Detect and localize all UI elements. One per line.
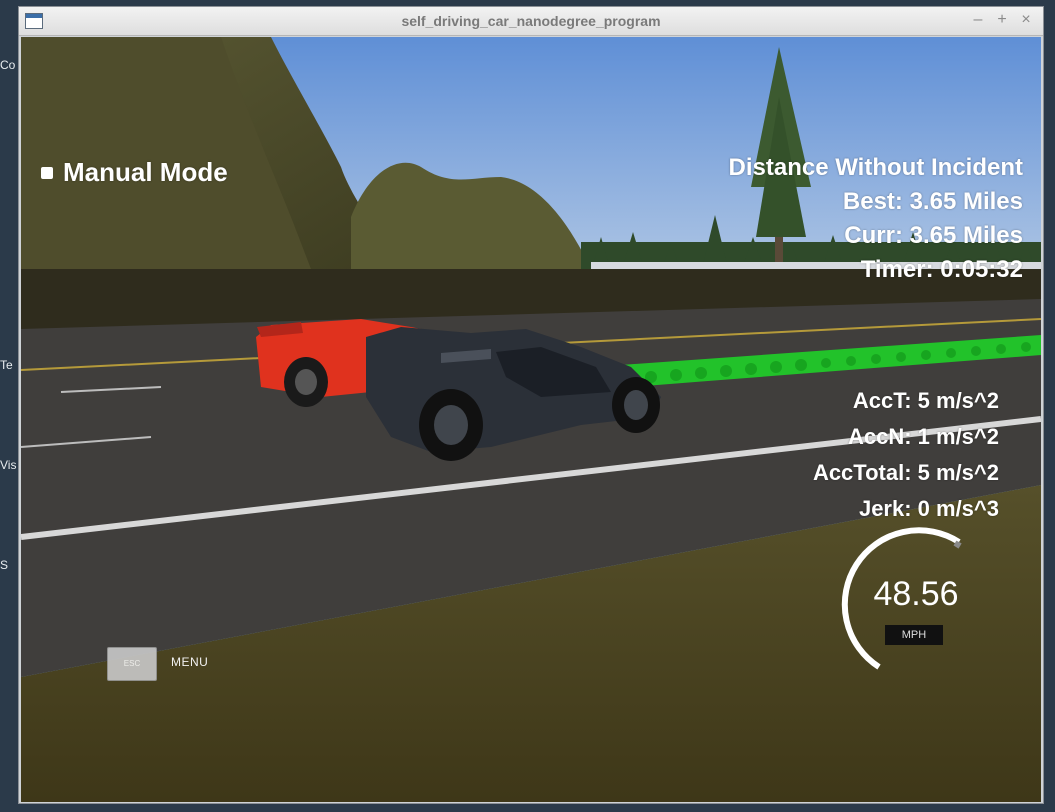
timer: Timer: 0:05:32 — [860, 256, 1023, 283]
minimize-button[interactable]: – — [971, 11, 985, 29]
best-distance: Best: 3.65 Miles — [842, 188, 1023, 215]
manual-mode-label: Manual Mode — [63, 157, 228, 187]
acc-total: AccTotal: 5 m/s^2 — [812, 460, 999, 485]
current-distance: Curr: 3.65 Miles — [844, 222, 1023, 249]
acceleration-panel: AccT: 5 m/s^2 AccN: 1 m/s^2 AccTotal: 5 … — [813, 383, 999, 527]
speedometer-arc-track — [953, 540, 962, 549]
speed-unit: MPH — [885, 625, 943, 645]
acc-tangential: AccT: 5 m/s^2 — [852, 388, 999, 413]
simulator-window: self_driving_car_nanodegree_program – + … — [18, 6, 1044, 804]
jerk: Jerk: 0 m/s^3 — [858, 496, 999, 521]
manual-mode-checkbox[interactable] — [41, 166, 53, 179]
window-title: self_driving_car_nanodegree_program — [401, 13, 661, 29]
distance-heading: Distance Without Incident — [728, 154, 1023, 181]
close-button[interactable]: × — [1019, 11, 1033, 29]
manual-mode-toggle[interactable]: Manual Mode — [41, 157, 228, 188]
acc-normal: AccN: 1 m/s^2 — [847, 424, 999, 449]
distance-panel: Distance Without Incident Best: 3.65 Mil… — [729, 151, 1023, 287]
game-viewport[interactable]: Manual Mode Distance Without Incident Be… — [21, 37, 1041, 802]
window-titlebar[interactable]: self_driving_car_nanodegree_program – + … — [19, 7, 1043, 36]
esc-menu-button[interactable]: ESC — [107, 647, 157, 681]
speed-value: 48.56 — [873, 575, 959, 613]
menu-label[interactable]: MENU — [171, 655, 208, 669]
maximize-button[interactable]: + — [995, 11, 1009, 29]
